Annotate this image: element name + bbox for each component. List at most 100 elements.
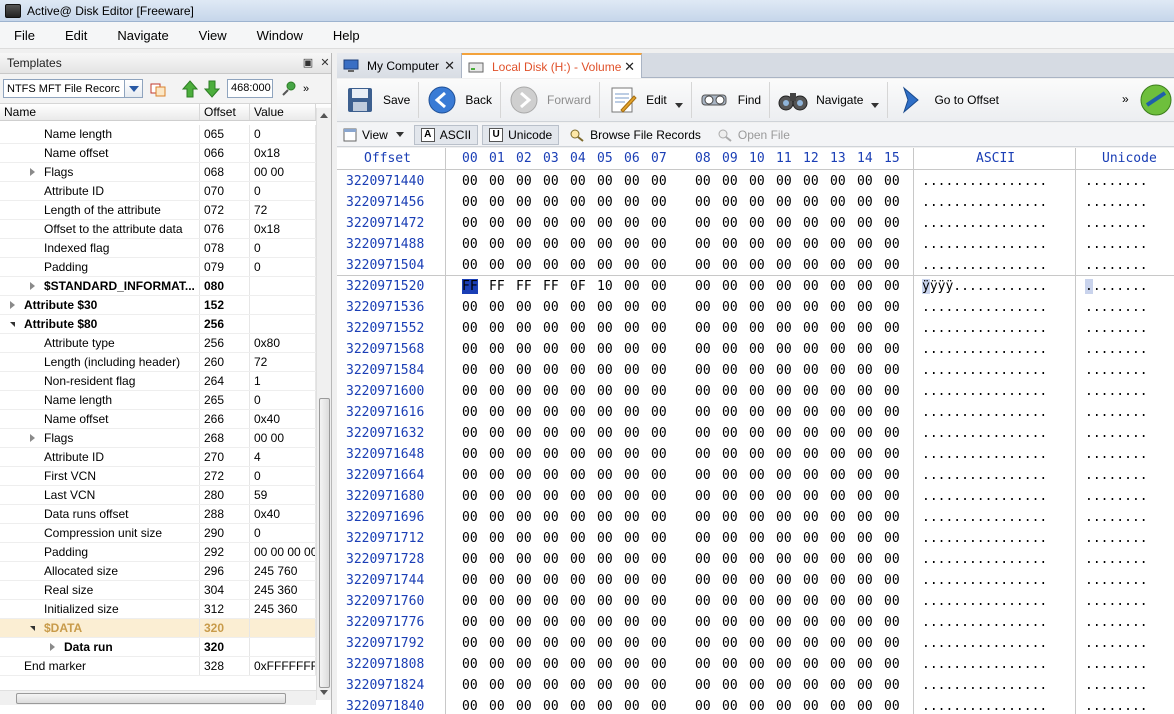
hex-byte[interactable]: 00 [462, 489, 478, 504]
expand-icon[interactable] [30, 168, 35, 176]
horizontal-scrollbar[interactable] [0, 690, 316, 705]
hex-byte[interactable]: 00 [597, 195, 613, 210]
hex-byte[interactable]: 00 [543, 300, 559, 315]
hex-byte[interactable]: 00 [776, 195, 792, 210]
hex-byte[interactable]: 00 [857, 426, 873, 441]
hex-byte[interactable]: 00 [624, 363, 640, 378]
hex-byte[interactable]: 00 [722, 573, 738, 588]
dock-icon[interactable]: ▣ [302, 56, 314, 70]
hex-view[interactable]: Offset ASCII Unicode 00 01 02 03 04 05 06 07 08 0… [337, 148, 1174, 714]
unicode-text[interactable]: ........ [1085, 174, 1148, 189]
hex-byte[interactable]: 00 [803, 216, 819, 231]
edit-button[interactable]: Edit [600, 82, 692, 118]
hex-byte[interactable]: 00 [830, 300, 846, 315]
back-button[interactable]: Back [419, 82, 502, 118]
ascii-text[interactable]: ................ [922, 216, 1047, 231]
menu-window[interactable]: Window [242, 28, 318, 43]
chevron-down-icon[interactable] [871, 102, 880, 108]
hex-byte[interactable]: 00 [462, 405, 478, 420]
ascii-text[interactable]: ................ [922, 258, 1047, 273]
hex-byte[interactable]: 00 [516, 216, 532, 231]
tab-my-computer[interactable]: My Computer ✕ [337, 53, 462, 78]
hex-byte[interactable]: 00 [462, 447, 478, 462]
hex-byte[interactable]: 00 [651, 300, 667, 315]
hex-byte[interactable]: 00 [776, 342, 792, 357]
hex-byte[interactable]: 00 [516, 699, 532, 714]
hex-byte[interactable]: 00 [489, 384, 505, 399]
hex-byte[interactable]: 00 [516, 363, 532, 378]
template-row[interactable]: Last VCN 280 59 [0, 486, 316, 505]
hex-byte[interactable]: 00 [749, 237, 765, 252]
hex-byte[interactable]: 00 [624, 699, 640, 714]
hex-byte[interactable]: 00 [651, 321, 667, 336]
hex-byte[interactable]: 00 [776, 552, 792, 567]
hex-byte[interactable]: 00 [803, 342, 819, 357]
ascii-text[interactable]: ................ [922, 657, 1047, 672]
hex-byte[interactable]: 00 [884, 468, 900, 483]
hex-byte[interactable]: 00 [597, 447, 613, 462]
hex-byte[interactable]: 00 [651, 510, 667, 525]
hex-byte[interactable]: 00 [570, 195, 586, 210]
unicode-text[interactable]: ........ [1085, 594, 1148, 609]
close-icon[interactable]: ✕ [319, 56, 331, 70]
column-name[interactable]: Name [0, 104, 200, 120]
template-row[interactable]: Attribute ID 070 0 [0, 182, 316, 201]
hex-byte[interactable]: 00 [624, 426, 640, 441]
unicode-text[interactable]: ........ [1085, 615, 1148, 630]
hex-byte[interactable]: 00 [749, 489, 765, 504]
hex-byte[interactable]: 00 [651, 195, 667, 210]
hex-byte[interactable]: 00 [516, 258, 532, 273]
template-row[interactable]: Attribute $80 256 [0, 315, 316, 334]
column-offset[interactable]: Offset [200, 104, 250, 120]
hex-byte[interactable]: 00 [516, 300, 532, 315]
hex-byte[interactable]: 00 [857, 216, 873, 231]
hex-byte[interactable]: 00 [830, 657, 846, 672]
hex-byte[interactable]: 00 [722, 237, 738, 252]
hex-byte[interactable]: 00 [597, 510, 613, 525]
template-row[interactable]: $STANDARD_INFORMAT... 080 [0, 277, 316, 296]
ascii-toggle[interactable]: A ASCII [413, 124, 479, 145]
hex-byte[interactable]: 00 [884, 342, 900, 357]
hex-byte[interactable]: 00 [695, 657, 711, 672]
hex-byte[interactable]: 00 [543, 321, 559, 336]
hex-byte[interactable]: 00 [830, 699, 846, 714]
hex-byte[interactable]: 00 [570, 216, 586, 231]
hex-byte[interactable]: 00 [749, 636, 765, 651]
save-button[interactable]: Save [337, 82, 420, 118]
expand-icon[interactable] [50, 643, 55, 651]
ascii-text[interactable]: ................ [922, 594, 1047, 609]
hex-byte[interactable]: 00 [462, 552, 478, 567]
hex-byte[interactable]: 00 [570, 615, 586, 630]
hex-byte[interactable]: 00 [749, 657, 765, 672]
ascii-text[interactable]: ................ [922, 552, 1047, 567]
hex-byte[interactable]: 00 [884, 657, 900, 672]
hex-byte[interactable]: 00 [570, 552, 586, 567]
hex-byte[interactable]: 00 [489, 342, 505, 357]
hex-byte[interactable]: 00 [462, 531, 478, 546]
unicode-text[interactable]: ........ [1085, 237, 1148, 252]
hex-byte[interactable]: 00 [722, 615, 738, 630]
hex-byte[interactable]: 00 [830, 279, 846, 294]
hex-byte[interactable]: 00 [489, 699, 505, 714]
hex-byte[interactable]: 00 [695, 216, 711, 231]
hex-byte[interactable]: 00 [462, 510, 478, 525]
hex-byte[interactable]: 00 [884, 300, 900, 315]
hex-byte[interactable]: 00 [651, 342, 667, 357]
hex-byte[interactable]: 00 [857, 657, 873, 672]
hex-byte[interactable]: 00 [803, 174, 819, 189]
hex-byte[interactable]: 00 [489, 615, 505, 630]
hex-byte[interactable]: 00 [830, 405, 846, 420]
hex-byte[interactable]: 00 [570, 468, 586, 483]
chevron-down-icon[interactable] [124, 80, 142, 97]
template-row[interactable]: Real size 304 245 360 [0, 581, 316, 600]
ascii-text[interactable]: ................ [922, 237, 1047, 252]
hex-byte[interactable]: 0F [570, 279, 586, 294]
hex-byte[interactable]: 00 [803, 699, 819, 714]
hex-byte[interactable]: 00 [516, 510, 532, 525]
hex-byte[interactable]: 00 [651, 699, 667, 714]
template-row[interactable]: First VCN 272 0 [0, 467, 316, 486]
ascii-text[interactable]: ................ [922, 573, 1047, 588]
hex-byte[interactable]: 00 [543, 699, 559, 714]
hex-byte[interactable]: 00 [722, 321, 738, 336]
hex-byte[interactable]: 00 [570, 174, 586, 189]
